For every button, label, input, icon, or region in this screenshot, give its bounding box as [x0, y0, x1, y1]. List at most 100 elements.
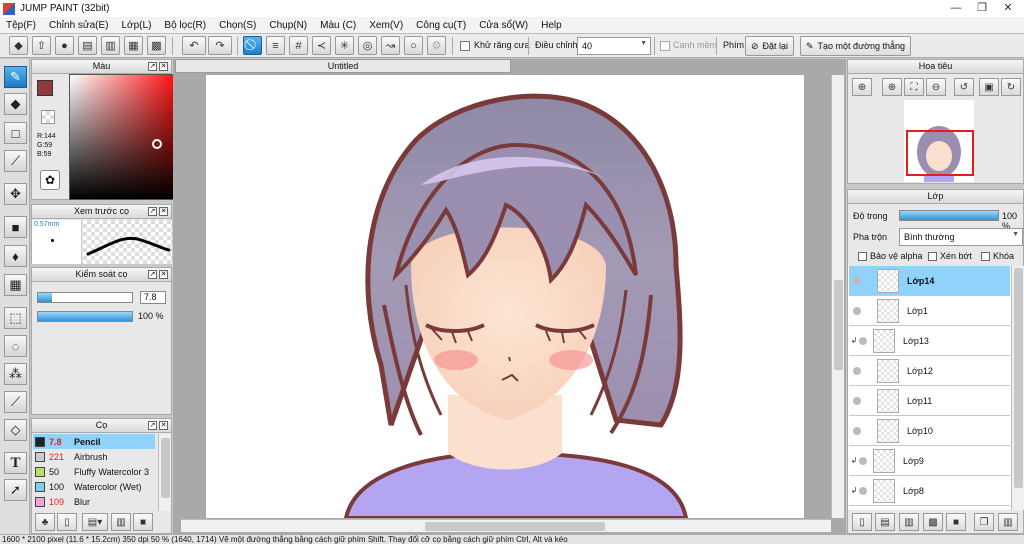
- shape-tool[interactable]: □: [4, 122, 27, 144]
- menu-view[interactable]: Xem(V): [363, 20, 410, 31]
- clip-option[interactable]: Xén bớt: [928, 251, 972, 262]
- eye-icon[interactable]: [853, 396, 861, 405]
- page-button[interactable]: ▥: [101, 36, 120, 55]
- float-icon[interactable]: ↗: [148, 421, 157, 430]
- snap-parallel-button[interactable]: ≡: [266, 36, 285, 55]
- layer-row[interactable]: Lớp14: [849, 266, 1010, 296]
- menu-file[interactable]: Tệp(F): [0, 20, 43, 31]
- add-brush-button[interactable]: ♣: [35, 513, 55, 531]
- canvas-icon-button[interactable]: ◆: [9, 36, 28, 55]
- brush-folder-button[interactable]: ■: [133, 513, 153, 531]
- new-brush-button[interactable]: ▯: [57, 513, 77, 531]
- close-icon[interactable]: ✕: [159, 270, 168, 279]
- snap-circle-button[interactable]: ◎: [358, 36, 377, 55]
- layer-row[interactable]: ↲ Lớp13: [849, 326, 1010, 356]
- float-icon[interactable]: ↗: [148, 207, 157, 216]
- lasso-tool[interactable]: ◌: [4, 335, 27, 357]
- new-raster-layer-button[interactable]: ▤: [875, 513, 895, 531]
- minimize-button[interactable]: —: [944, 0, 968, 16]
- fit-window-button[interactable]: ⛶: [904, 78, 924, 96]
- select-eraser-tool[interactable]: ◇: [4, 419, 27, 441]
- grid-button[interactable]: ▩: [147, 36, 166, 55]
- line-tool[interactable]: ⟋: [4, 150, 27, 172]
- blend-mode-select[interactable]: Bình thường ▼: [899, 228, 1023, 246]
- reset-button[interactable]: ⊘ Đặt lại: [745, 36, 795, 56]
- float-icon[interactable]: ↗: [148, 62, 157, 71]
- brush-item-blur[interactable]: 109 Blur: [33, 494, 155, 509]
- snap-grid-button[interactable]: #: [289, 36, 308, 55]
- eye-icon[interactable]: [853, 276, 861, 285]
- zoom-in-button[interactable]: ⊕: [882, 78, 902, 96]
- duplicate-layer-button[interactable]: ❐: [974, 513, 994, 531]
- menu-capture[interactable]: Chụp(N): [263, 20, 314, 31]
- main-color-swatch[interactable]: [37, 80, 53, 96]
- close-icon[interactable]: ✕: [159, 62, 168, 71]
- export-button[interactable]: ⇧: [32, 36, 51, 55]
- protect-alpha-option[interactable]: Bảo vệ alpha: [858, 251, 923, 262]
- canvas-tab[interactable]: Untitled: [175, 59, 511, 73]
- snap-radial-button[interactable]: ✳: [335, 36, 354, 55]
- menu-window[interactable]: Cửa sổ(W): [473, 20, 535, 31]
- brush-size-value[interactable]: 7.8: [140, 291, 166, 304]
- menu-filter[interactable]: Bộ lọc(R): [158, 20, 213, 31]
- eye-icon[interactable]: [853, 366, 861, 375]
- menu-tools[interactable]: Công cụ(T): [410, 20, 473, 31]
- brush-menu-button[interactable]: ▤▾: [82, 513, 108, 531]
- comment-button[interactable]: ●: [55, 36, 74, 55]
- rotate-right-button[interactable]: ↻: [1001, 78, 1021, 96]
- layer-list-scrollbar[interactable]: [1011, 266, 1024, 510]
- rect-select-tool[interactable]: ⬚: [4, 307, 27, 329]
- protect-alpha-checkbox[interactable]: [858, 252, 867, 262]
- saturation-value-picker[interactable]: [69, 74, 184, 200]
- eye-icon[interactable]: [853, 426, 861, 435]
- fill-rect-tool[interactable]: ■: [4, 216, 27, 238]
- layer-row[interactable]: Lớp10: [849, 416, 1010, 446]
- magic-wand-tool[interactable]: ⁂: [4, 363, 27, 385]
- menu-help[interactable]: Help: [535, 20, 569, 31]
- menu-edit[interactable]: Chỉnh sửa(E): [43, 20, 116, 31]
- move-tool[interactable]: ✥: [4, 183, 27, 205]
- transparent-swatch[interactable]: [41, 110, 55, 124]
- eye-icon[interactable]: [859, 336, 867, 345]
- layer-opacity-slider[interactable]: [899, 210, 999, 221]
- eye-icon[interactable]: [859, 456, 867, 465]
- operation-tool[interactable]: ➚: [4, 479, 27, 501]
- snap-off-button[interactable]: ⃠: [243, 36, 262, 55]
- brush-item-fluffy-watercolor[interactable]: 50 Fluffy Watercolor 3: [33, 464, 155, 479]
- new-folder-button[interactable]: ■: [946, 513, 966, 531]
- snap-ellipse-button[interactable]: ○: [404, 36, 423, 55]
- drawing-canvas[interactable]: [206, 75, 804, 518]
- layer-row[interactable]: ↲ Lớp9: [849, 446, 1010, 476]
- eye-icon[interactable]: [859, 486, 867, 495]
- layer-row[interactable]: Lớp11: [849, 386, 1010, 416]
- bucket-tool[interactable]: ♦: [4, 245, 27, 267]
- brush-size-slider[interactable]: [37, 292, 133, 303]
- zoom-out-button[interactable]: ⊖: [926, 78, 946, 96]
- text-tool[interactable]: T: [4, 452, 27, 474]
- float-icon[interactable]: ↗: [148, 270, 157, 279]
- close-button[interactable]: ✕: [996, 0, 1020, 16]
- snap-settings-button[interactable]: ⚙: [427, 36, 446, 55]
- layer-row[interactable]: ↲ Lớp8: [849, 476, 1010, 506]
- menu-layer[interactable]: Lớp(L): [116, 20, 159, 31]
- smooth-edge-checkbox[interactable]: [660, 41, 670, 51]
- new-layer-button[interactable]: ▯: [852, 513, 872, 531]
- flip-button[interactable]: ▣: [979, 78, 999, 96]
- lock-checkbox[interactable]: [981, 252, 990, 262]
- close-icon[interactable]: ✕: [159, 421, 168, 430]
- zoom-fit-button[interactable]: ⊕: [852, 78, 872, 96]
- layer-row[interactable]: Lớp12: [849, 356, 1010, 386]
- clip-checkbox[interactable]: [928, 252, 937, 262]
- canvas-horizontal-scrollbar[interactable]: [181, 519, 831, 532]
- brush-settings-button[interactable]: ▥: [111, 513, 131, 531]
- brush-item-pencil[interactable]: 7.8 Pencil: [33, 434, 155, 449]
- navigator-viewport-frame[interactable]: [906, 130, 974, 176]
- antialias-checkbox[interactable]: [460, 41, 470, 51]
- canvas-vertical-scrollbar[interactable]: [831, 75, 844, 518]
- snap-curve-button[interactable]: ↝: [381, 36, 400, 55]
- merge-layer-button[interactable]: ▥: [998, 513, 1018, 531]
- brush-opacity-slider[interactable]: [37, 311, 133, 322]
- brush-list-scrollbar[interactable]: [158, 434, 171, 511]
- eye-icon[interactable]: [853, 306, 861, 315]
- eraser-tool[interactable]: ◆: [4, 93, 27, 115]
